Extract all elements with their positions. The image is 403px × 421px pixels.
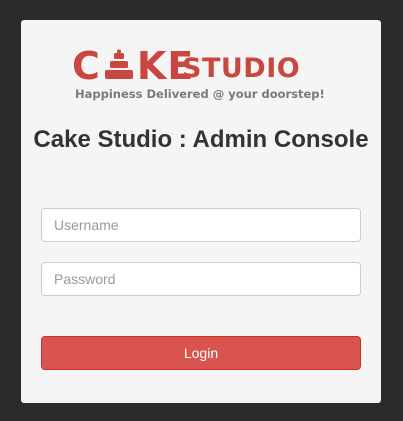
page-title: Cake Studio : Admin Console (33, 126, 369, 153)
tagline: Happiness Delivered @ your doorstep! (75, 87, 325, 101)
logo-studio-wordmark: STUDIO (182, 53, 301, 84)
logo-cake-wordmark: C KE (72, 44, 195, 88)
cake-icon (104, 49, 133, 79)
username-input[interactable] (41, 208, 361, 242)
login-card: C KE STUDIO Happiness Delivered @ your d… (21, 20, 381, 403)
cake-studio-logo: C KE STUDIO (72, 44, 300, 88)
password-input[interactable] (41, 262, 361, 296)
login-button[interactable]: Login (41, 336, 361, 370)
